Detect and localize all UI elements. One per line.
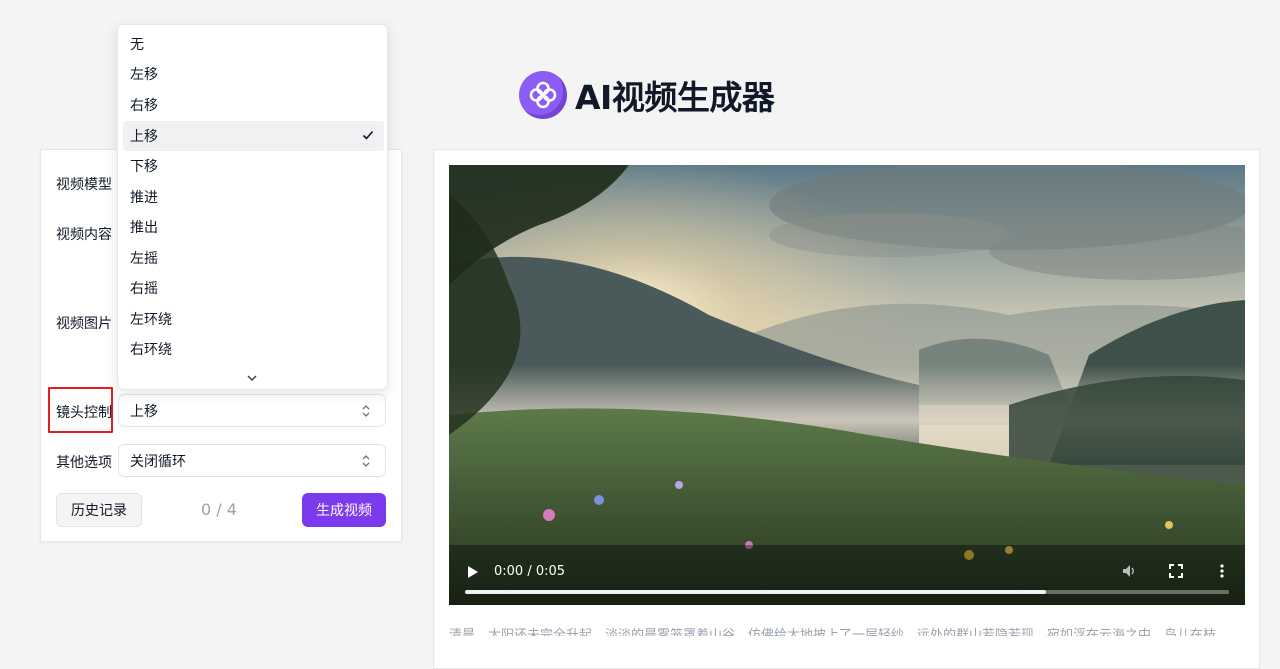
video-frame-image [449,165,1245,605]
generate-video-button[interactable]: 生成视频 [302,493,386,527]
camera-control-dropdown: 无 左移 右移 上移 下移 推进 推出 左摇 右摇 左环绕 右环绕 [117,24,388,390]
dropdown-option[interactable]: 下移 [123,151,384,181]
dropdown-option[interactable]: 推出 [123,212,384,242]
check-icon [362,130,374,140]
camera-control-highlight [48,387,113,433]
more-options-icon[interactable] [1214,563,1230,579]
video-content-label: 视频内容 [56,227,112,243]
chevron-down-icon[interactable] [246,374,258,382]
dropdown-option[interactable]: 右摇 [123,273,384,303]
dropdown-option[interactable]: 推进 [123,182,384,212]
video-time: 0:00 / 0:05 [494,564,566,579]
camera-control-select[interactable]: 上移 [118,394,386,427]
dropdown-option[interactable]: 无 [123,29,384,59]
dropdown-option[interactable]: 右环绕 [123,334,384,364]
other-options-value: 关闭循环 [130,453,186,470]
volume-icon[interactable] [1121,563,1137,579]
video-progress-fill [465,590,1046,594]
dropdown-option[interactable]: 左环绕 [123,304,384,334]
dropdown-option-selected[interactable]: 上移 [123,121,384,151]
video-model-label: 视频模型 [56,177,112,193]
camera-control-value: 上移 [130,403,158,420]
generation-counter: 0 / 4 [201,500,237,519]
chevron-up-down-icon [362,455,370,467]
video-player[interactable]: 0:00 / 0:05 [449,165,1245,605]
video-description: 清晨，太阳还未完全升起，淡淡的晨雾笼罩着山谷，仿佛给大地披上了一层轻纱，远处的群… [449,628,1217,636]
dropdown-option[interactable]: 左摇 [123,243,384,273]
other-options-label: 其他选项 [56,455,112,471]
play-icon[interactable] [467,565,479,579]
video-image-label: 视频图片 [56,316,112,332]
other-options-select[interactable]: 关闭循环 [118,444,386,477]
video-progress-bar[interactable] [465,590,1229,594]
app-logo-icon [519,71,567,119]
dropdown-option-label: 上移 [130,129,158,145]
chevron-up-down-icon [362,405,370,417]
app-title: AI视频生成器 [575,78,775,117]
history-button[interactable]: 历史记录 [56,493,142,527]
video-controls: 0:00 / 0:05 [449,545,1245,605]
dropdown-option[interactable]: 左移 [123,59,384,89]
app-header: AI视频生成器 [519,71,775,119]
fullscreen-icon[interactable] [1168,563,1184,579]
dropdown-option[interactable]: 右移 [123,90,384,120]
